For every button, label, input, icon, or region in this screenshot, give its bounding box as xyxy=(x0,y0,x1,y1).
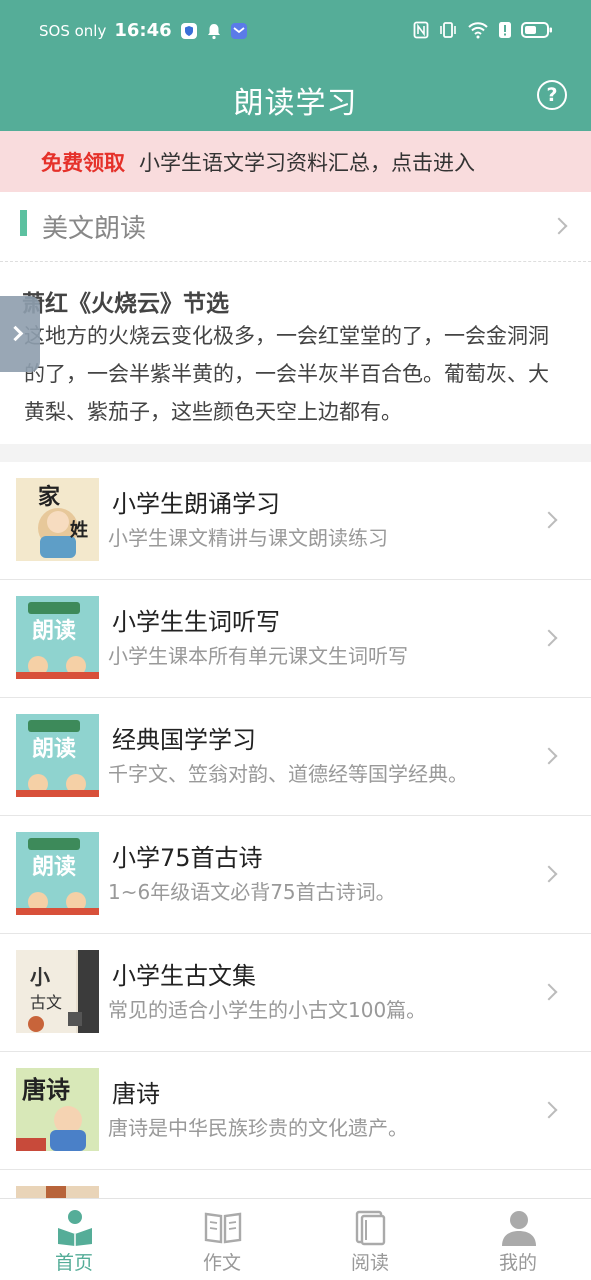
tab-home[interactable]: 首页 xyxy=(0,1199,148,1280)
help-button[interactable]: ? xyxy=(537,80,567,110)
list-item[interactable]: 小 古文 小学生古文集 常见的适合小学生的小古文100篇。 xyxy=(0,934,591,1052)
list-item[interactable]: 朗读 小学生生词听写 小学生课本所有单元课文生词听写 xyxy=(0,580,591,698)
chevron-right-icon xyxy=(540,511,558,529)
side-drawer-handle[interactable] xyxy=(0,296,40,372)
list-item[interactable]: 朗读 经典国学学习 千字文、笠翁对韵、道德经等国学经典。 xyxy=(0,698,591,816)
chevron-right-icon xyxy=(540,629,558,647)
open-book-icon xyxy=(204,1212,242,1244)
chevron-right-icon xyxy=(540,865,558,883)
battery-icon xyxy=(521,21,553,39)
promo-tag: 免费领取 xyxy=(41,150,125,175)
status-bar: SOS only 16:46 xyxy=(0,0,591,66)
course-thumbnail xyxy=(16,1186,99,1198)
course-subtitle: 小学生课文精讲与课文朗读练习 xyxy=(108,526,388,550)
svg-text:家: 家 xyxy=(38,484,61,510)
chevron-right-icon xyxy=(540,983,558,1001)
chevron-right-icon xyxy=(540,1101,558,1119)
course-title: 小学75首古诗 xyxy=(112,844,263,872)
course-list: 家 姓 小学生朗诵学习 小学生课文精讲与课文朗读练习 朗读 小学生生词听写 小学… xyxy=(0,462,591,1198)
top-bar: SOS only 16:46 朗读学习 ? xyxy=(0,0,591,131)
promo-banner[interactable]: 免费领取 小学生语文学习资料汇总，点击进入 xyxy=(0,131,591,192)
alert-icon xyxy=(498,21,512,39)
mail-app-icon xyxy=(230,22,248,40)
course-subtitle: 千字文、笠翁对韵、道德经等国学经典。 xyxy=(108,762,468,786)
course-title: 小学生朗诵学习 xyxy=(112,490,280,518)
course-title: 经典国学学习 xyxy=(112,726,256,754)
course-title: 唐诗 xyxy=(112,1080,160,1108)
svg-text:古文: 古文 xyxy=(30,993,62,1012)
bell-icon xyxy=(206,22,222,40)
promo-text: 小学生语文学习资料汇总，点击进入 xyxy=(139,150,475,175)
reading-person-icon xyxy=(58,1210,92,1246)
chevron-right-icon xyxy=(7,325,24,342)
course-subtitle: 1~6年级语文必背75首古诗词。 xyxy=(108,880,396,904)
svg-text:小: 小 xyxy=(30,965,50,989)
wifi-icon xyxy=(467,21,489,39)
course-title: 小学生古文集 xyxy=(112,962,256,990)
vibrate-icon xyxy=(438,21,458,39)
course-subtitle: 小学生课本所有单元课文生词听写 xyxy=(108,644,408,668)
section-accent-bar xyxy=(20,210,27,236)
tab-reading[interactable]: 阅读 xyxy=(296,1199,444,1280)
bottom-tab-bar: 首页 作文 阅读 我的 xyxy=(0,1198,591,1280)
shield-app-icon xyxy=(180,22,198,40)
list-item[interactable]: 家 姓 小学生朗诵学习 小学生课文精讲与课文朗读练习 xyxy=(0,462,591,580)
course-thumbnail: 朗读 xyxy=(16,714,99,797)
tab-label: 作文 xyxy=(202,1252,241,1274)
svg-text:朗读: 朗读 xyxy=(32,737,76,762)
article-excerpt[interactable]: 这地方的火烧云变化极多，一会红堂堂的了，一会金洞洞的了，一会半紫半黄的，一会半灰… xyxy=(24,317,559,431)
tab-label: 我的 xyxy=(498,1252,537,1274)
svg-text:姓: 姓 xyxy=(70,519,88,541)
tab-label: 首页 xyxy=(54,1252,93,1274)
featured-reading-section: 美文朗读 萧红《火烧云》节选 这地方的火烧云变化极多，一会红堂堂的了，一会金洞洞… xyxy=(0,192,591,444)
course-thumbnail: 小 古文 xyxy=(16,950,99,1033)
nfc-icon xyxy=(413,21,429,39)
sos-status: SOS only xyxy=(39,21,107,40)
svg-text:唐诗: 唐诗 xyxy=(22,1076,70,1104)
course-thumbnail: 朗读 xyxy=(16,832,99,915)
article-title[interactable]: 萧红《火烧云》节选 xyxy=(22,284,229,318)
person-icon xyxy=(502,1211,536,1246)
title-bar: 朗读学习 ? xyxy=(0,66,591,131)
course-subtitle: 唐诗是中华民族珍贵的文化遗产。 xyxy=(108,1116,408,1140)
svg-text:朗读: 朗读 xyxy=(32,855,76,880)
svg-text:朗读: 朗读 xyxy=(32,619,76,644)
tab-label: 阅读 xyxy=(350,1252,389,1274)
course-title: 小学生生词听写 xyxy=(112,608,280,636)
section-header[interactable]: 美文朗读 xyxy=(0,192,591,262)
chevron-right-icon xyxy=(550,217,568,235)
chevron-right-icon xyxy=(540,747,558,765)
list-item[interactable]: 朗读 小学75首古诗 1~6年级语文必背75首古诗词。 xyxy=(0,816,591,934)
list-item[interactable]: 唐诗 唐诗 唐诗是中华民族珍贵的文化遗产。 xyxy=(0,1052,591,1170)
course-thumbnail: 朗读 xyxy=(16,596,99,679)
course-subtitle: 常见的适合小学生的小古文100篇。 xyxy=(108,998,427,1022)
course-thumbnail: 唐诗 xyxy=(16,1068,99,1151)
course-thumbnail: 家 姓 xyxy=(16,478,99,561)
book-stack-icon xyxy=(355,1210,386,1246)
page-title: 朗读学习 xyxy=(233,86,358,121)
tab-profile[interactable]: 我的 xyxy=(444,1199,591,1280)
list-item[interactable] xyxy=(0,1170,591,1198)
section-title: 美文朗读 xyxy=(42,214,147,244)
status-time: 16:46 xyxy=(114,20,172,41)
tab-composition[interactable]: 作文 xyxy=(148,1199,296,1280)
